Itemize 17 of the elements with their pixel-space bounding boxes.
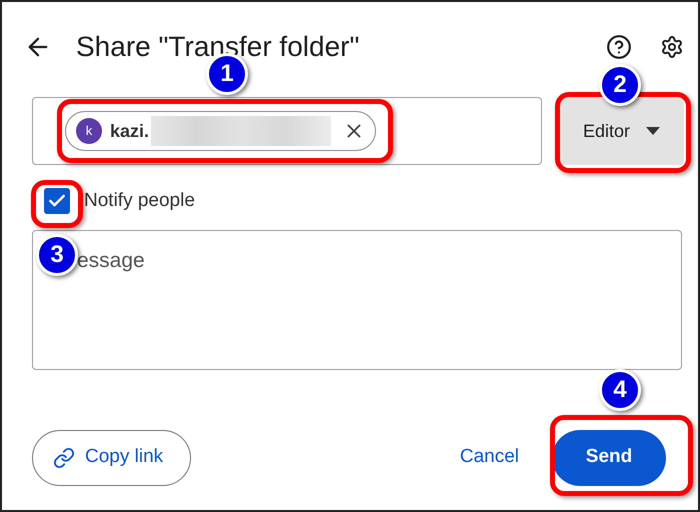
avatar: k <box>76 118 102 144</box>
link-icon <box>53 446 75 468</box>
highlight-frame <box>31 180 83 228</box>
notify-checkbox[interactable] <box>44 188 70 214</box>
settings-icon[interactable] <box>660 35 684 59</box>
copy-link-button[interactable]: Copy link <box>32 430 191 486</box>
role-dropdown[interactable]: Editor <box>559 97 684 165</box>
people-input-field[interactable]: k kazi. <box>32 97 542 165</box>
notify-label: Notify people <box>84 189 195 213</box>
step-marker: 3 <box>36 234 78 276</box>
recipient-chip[interactable]: k kazi. <box>65 111 376 151</box>
caret-icon <box>646 127 660 135</box>
recipient-name: kazi. <box>110 120 150 142</box>
step-marker: 2 <box>599 64 641 106</box>
cancel-button[interactable]: Cancel <box>460 443 519 472</box>
help-icon[interactable] <box>606 34 632 60</box>
step-marker: 4 <box>599 369 641 411</box>
